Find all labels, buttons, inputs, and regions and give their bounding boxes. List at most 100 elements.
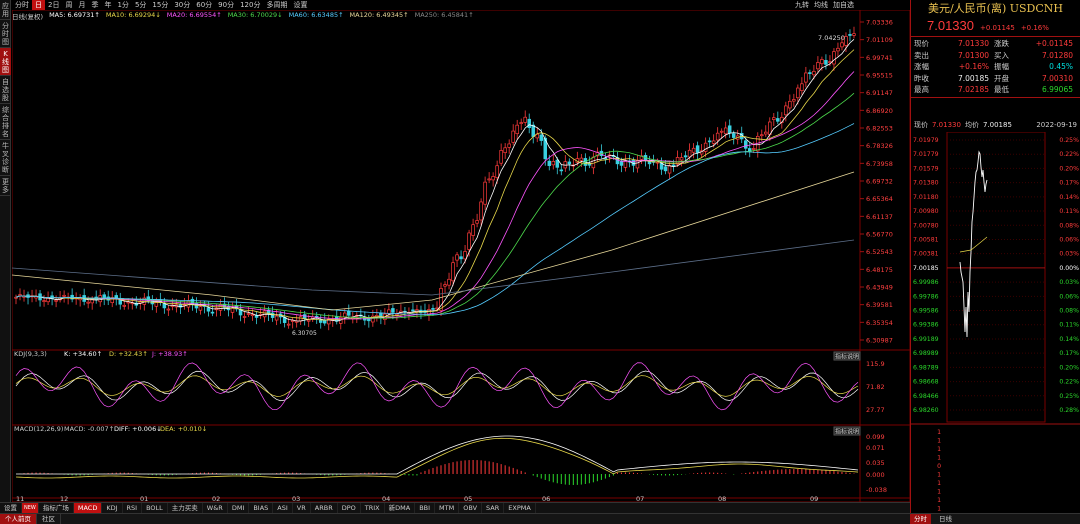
left-tab-2[interactable]: K线图	[0, 48, 11, 76]
quote-key-2: 最低	[994, 85, 1009, 95]
left-tab-strip: 应用 分时图 K线图 自选股 综合排名 牛叉诊断 更多	[0, 0, 11, 512]
period-tab-8[interactable]: 5分	[132, 0, 149, 10]
mini-right-label: 0.06%	[1059, 236, 1079, 243]
add-watchlist-button[interactable]: 加自选	[833, 0, 854, 10]
candle-body	[531, 124, 535, 137]
period-tab-14[interactable]: 多周期	[263, 0, 290, 10]
left-tab-0[interactable]: 应用	[0, 0, 11, 20]
candle-body	[792, 99, 796, 102]
price-axis-label: 6.35354	[866, 319, 893, 327]
price-axis-label: 6.99741	[866, 54, 893, 62]
mini-right-label: 0.03%	[1059, 251, 1079, 258]
price-axis-label: 6.43949	[866, 284, 893, 292]
candle-body	[695, 145, 700, 153]
mini-left-label: 7.01380	[913, 180, 939, 187]
period-tab-4[interactable]: 月	[75, 0, 88, 10]
mini-right-label: 0.08%	[1059, 222, 1079, 229]
period-tab-6[interactable]: 年	[101, 0, 114, 10]
price-axis-label: 6.56770	[866, 231, 893, 239]
candle-body	[198, 306, 203, 311]
period-tab-3[interactable]: 周	[62, 0, 75, 10]
quote-value: +0.16%	[958, 62, 989, 72]
indicator-tab-16[interactable]: 新DMA	[385, 503, 416, 513]
nine-turn-button[interactable]: 九转	[795, 0, 809, 10]
indicator-tab-15[interactable]: TRIX	[361, 503, 385, 513]
candle-body	[796, 87, 800, 99]
candle-body	[18, 294, 22, 296]
period-tab-5[interactable]: 季	[88, 0, 101, 10]
indicator-tab-9[interactable]: DMI	[228, 503, 250, 513]
candle-body	[707, 140, 712, 143]
indicator-tab-6[interactable]: BOLL	[142, 503, 168, 513]
period-tab-1[interactable]: 日	[32, 0, 45, 10]
mini-right-label: 0.17%	[1059, 350, 1079, 357]
indicator-tab-10[interactable]: BIAS	[249, 503, 274, 513]
kline-chart-area[interactable]: 7.03336 7.01109 6.99741 6.95515 6.91147 6.869…	[11, 9, 911, 512]
indicator-tab-11[interactable]: ASI	[273, 503, 293, 513]
left-tab-4[interactable]: 综合排名	[0, 104, 11, 140]
indicator-tab-8[interactable]: W&R	[203, 503, 228, 513]
ma-legend-item-3: MA30: 6.70029↓	[227, 11, 283, 19]
indicator-tab-20[interactable]: SAR	[482, 503, 505, 513]
kline-chart-svg[interactable]: 7.03336 7.01109 6.99741 6.95515 6.91147 6.869…	[11, 9, 911, 503]
mini-vol-label: 1	[937, 480, 941, 487]
candle-body	[559, 169, 564, 172]
mini-avg-label: 均价	[964, 121, 979, 129]
indicator-tab-18[interactable]: MTM	[435, 503, 460, 513]
candles[interactable]	[14, 26, 856, 331]
ma-legend-item-1: MA10: 6.69294↓	[105, 11, 161, 19]
mini-left-label: 6.98260	[913, 407, 939, 414]
period-tab-2[interactable]: 2日	[45, 0, 62, 10]
ma-legend: 日线(复权) MA5: 6.69731↑ MA10: 6.69294↓ MA20: …	[12, 11, 474, 21]
home-tab[interactable]: 个人前页	[0, 514, 37, 524]
candle-body	[206, 307, 211, 312]
period-tab-12[interactable]: 90分	[215, 0, 237, 10]
kdj-line-0	[15, 370, 859, 402]
left-tab-1[interactable]: 分时图	[0, 20, 11, 48]
indicator-tab-7[interactable]: 主力买卖	[168, 503, 203, 513]
indicator-tab-4[interactable]: KDJ	[102, 503, 123, 513]
ma-legend-item-5: MA120: 6.49345↑	[349, 11, 409, 19]
candle-body	[764, 131, 768, 135]
ma-button[interactable]: 均线	[814, 0, 828, 10]
period-tab-10[interactable]: 30分	[171, 0, 193, 10]
candle-body	[483, 181, 487, 205]
candle-body	[619, 160, 624, 166]
month-label: 11	[16, 495, 24, 502]
indicator-tab-0[interactable]: 设置	[0, 503, 22, 513]
indicator-tab-1[interactable]: NEW	[22, 503, 39, 513]
indicator-tab-14[interactable]: DPO	[338, 503, 361, 513]
indicator-tab-3[interactable]: MACD	[73, 503, 103, 513]
intraday-mini-chart[interactable]: 7.01979 0.25% 7.01779 0.22% 7.01579 0.20% 7.01…	[911, 132, 1080, 512]
period-tab-7[interactable]: 1分	[114, 0, 131, 10]
candle-body	[719, 130, 724, 133]
indicator-tab-21[interactable]: EXPMA	[504, 503, 536, 513]
candle-body	[800, 83, 804, 91]
candle-body	[547, 160, 552, 166]
indicator-tab-13[interactable]: ARBR	[311, 503, 338, 513]
period-tab-15[interactable]: 设置	[290, 0, 310, 10]
indicator-tab-17[interactable]: BBI	[415, 503, 436, 513]
indicator-tab-12[interactable]: VR	[293, 503, 311, 513]
quote-key-2: 涨跌	[994, 39, 1009, 49]
status-timeshare-tab[interactable]: 分时	[910, 514, 931, 524]
mini-right-label: 0.14%	[1059, 194, 1079, 201]
period-tab-9[interactable]: 15分	[149, 0, 171, 10]
period-tab-13[interactable]: 120分	[237, 0, 263, 10]
indicator-tab-19[interactable]: OBV	[459, 503, 483, 513]
mini-vol-label: 1	[937, 506, 941, 513]
period-tab-0[interactable]: 分时	[12, 0, 32, 10]
community-tab[interactable]: 社区	[37, 514, 61, 524]
indicator-tab-2[interactable]: 指标广场	[39, 503, 74, 513]
left-tab-3[interactable]: 自选股	[0, 76, 11, 104]
left-tab-6[interactable]: 更多	[0, 176, 11, 196]
price-axis-label: 7.01109	[866, 36, 893, 44]
macd-value: MACD: -0.007↑	[64, 425, 114, 433]
period-tab-11[interactable]: 60分	[193, 0, 215, 10]
candle-body	[539, 134, 543, 141]
candle-body	[808, 72, 812, 74]
status-daily-tab[interactable]: 日线	[935, 514, 956, 524]
left-tab-5[interactable]: 牛叉诊断	[0, 140, 11, 176]
candle-body	[391, 308, 395, 313]
indicator-tab-5[interactable]: RSI	[123, 503, 143, 513]
